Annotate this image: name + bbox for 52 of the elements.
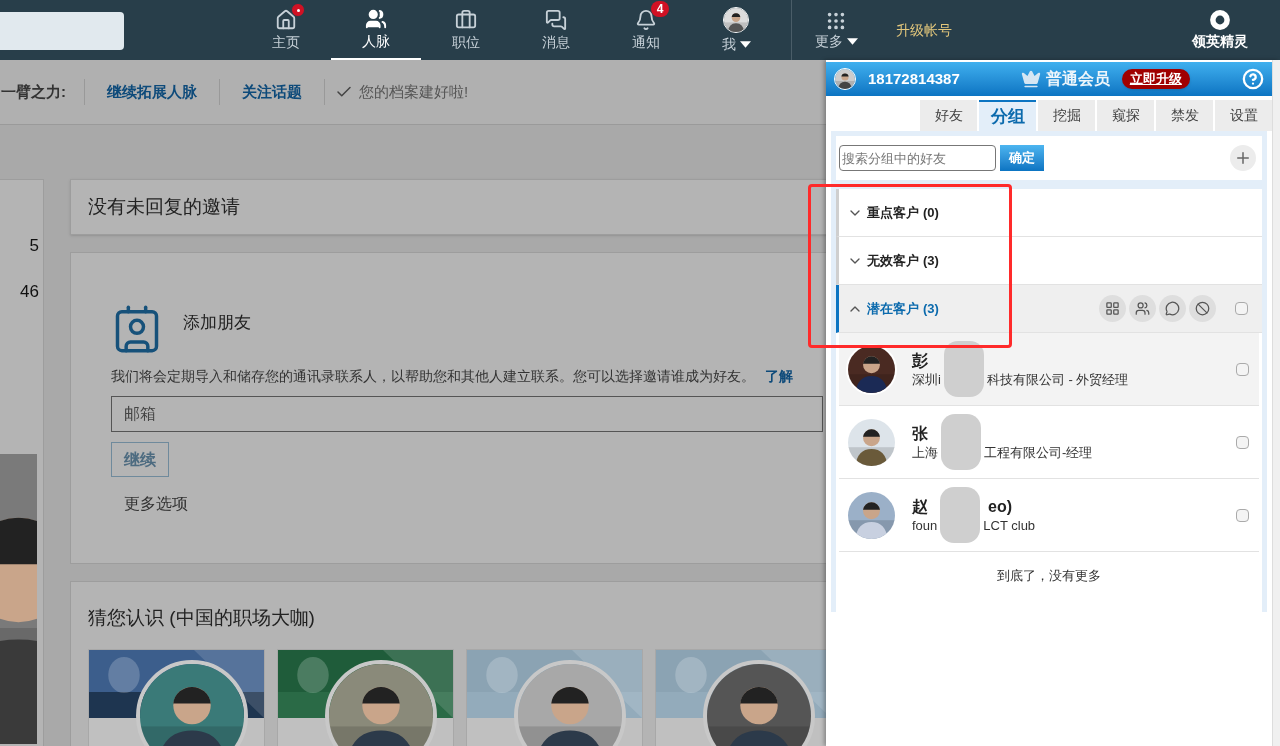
group-row[interactable]: 潜在客户 (3) xyxy=(836,285,1262,333)
panel-tab[interactable]: 设置 xyxy=(1215,100,1272,131)
group-name: 重点客户 xyxy=(867,203,919,222)
learn-more-link[interactable]: 了解 xyxy=(765,368,793,384)
group-name: 无效客户 xyxy=(867,251,919,270)
upgrade-link[interactable]: 升级帐号 xyxy=(896,19,952,41)
panel-tab[interactable]: 禁发 xyxy=(1156,100,1213,131)
notification-badge: 4 xyxy=(651,1,669,17)
membership-level: 普通会员 xyxy=(1045,69,1110,89)
stat-value: 46 xyxy=(20,280,40,303)
group-count: (0) xyxy=(923,203,939,222)
contact-headline: 科技有限公司 - 外贸经理 xyxy=(986,370,1129,388)
card-title: 猜您认识 (中国的职场大咖) xyxy=(88,607,315,628)
nav-item[interactable]: 职位 xyxy=(421,0,511,60)
nav-item[interactable]: 我 xyxy=(691,0,781,60)
contact-name: 张 xyxy=(912,423,928,444)
sub-bar-link[interactable]: 关注话题 xyxy=(220,80,324,104)
extension-button[interactable]: 领英精灵 xyxy=(1192,0,1248,60)
description-text: 我们将会定期导入和储存您的通讯录联系人，以帮助您和其他人建立联系。您可以选择邀请谁成为好友。 xyxy=(111,368,755,384)
upgrade-button[interactable]: 立即升级 xyxy=(1121,69,1190,89)
contact-headline: foun xyxy=(912,516,938,534)
contact-headline: 工程有限公司-经理 xyxy=(984,443,1093,461)
group-name: 潜在客户 xyxy=(867,299,919,318)
group-count: (3) xyxy=(923,251,939,270)
group-search-field[interactable]: 搜索分组中的好友 xyxy=(839,145,996,171)
panel-tab[interactable]: 窥探 xyxy=(1097,100,1154,131)
contact-headline: 深圳i xyxy=(912,370,941,388)
contact-name: 赵 xyxy=(912,496,928,517)
group-row[interactable]: 重点客户 (0) xyxy=(836,189,1262,237)
contact-name: 彭 xyxy=(912,350,928,371)
more-options-link[interactable]: 更多选项 xyxy=(124,492,809,516)
nav-item[interactable]: 4 通知 xyxy=(601,0,691,60)
nav-item[interactable]: 消息 xyxy=(511,0,601,60)
contact-headline: LCT club xyxy=(983,516,1036,534)
panel-tab[interactable]: 好友 xyxy=(920,100,977,131)
more-menu[interactable]: 更多 xyxy=(792,0,880,60)
nav-item[interactable]: 主页 xyxy=(241,0,331,60)
sub-bar-label: 一臂之力: xyxy=(0,81,67,102)
email-field[interactable]: 邮箱 xyxy=(111,396,823,432)
contact-name: eo) xyxy=(988,496,1012,517)
contact-row[interactable]: 彭 深圳i 科技有限公司 - 外贸经理 xyxy=(839,333,1259,406)
profile-status: 您的档案建好啦! xyxy=(359,81,469,102)
end-of-list-text: 到底了，没有更多 xyxy=(997,567,1101,585)
card-title: 没有未回复的邀请 xyxy=(88,194,240,219)
panel-tab[interactable]: 挖掘 xyxy=(1038,100,1095,131)
contact-headline: 上海 xyxy=(912,443,938,461)
stat-value: 5 xyxy=(29,235,40,257)
sub-bar-link[interactable]: 继续拓展人脉 xyxy=(85,80,219,104)
card-title: 添加朋友 xyxy=(183,312,251,334)
phone-number: 18172814387 xyxy=(868,68,960,89)
panel-tab[interactable]: 分组 xyxy=(979,100,1036,131)
group-count: (3) xyxy=(923,299,939,318)
